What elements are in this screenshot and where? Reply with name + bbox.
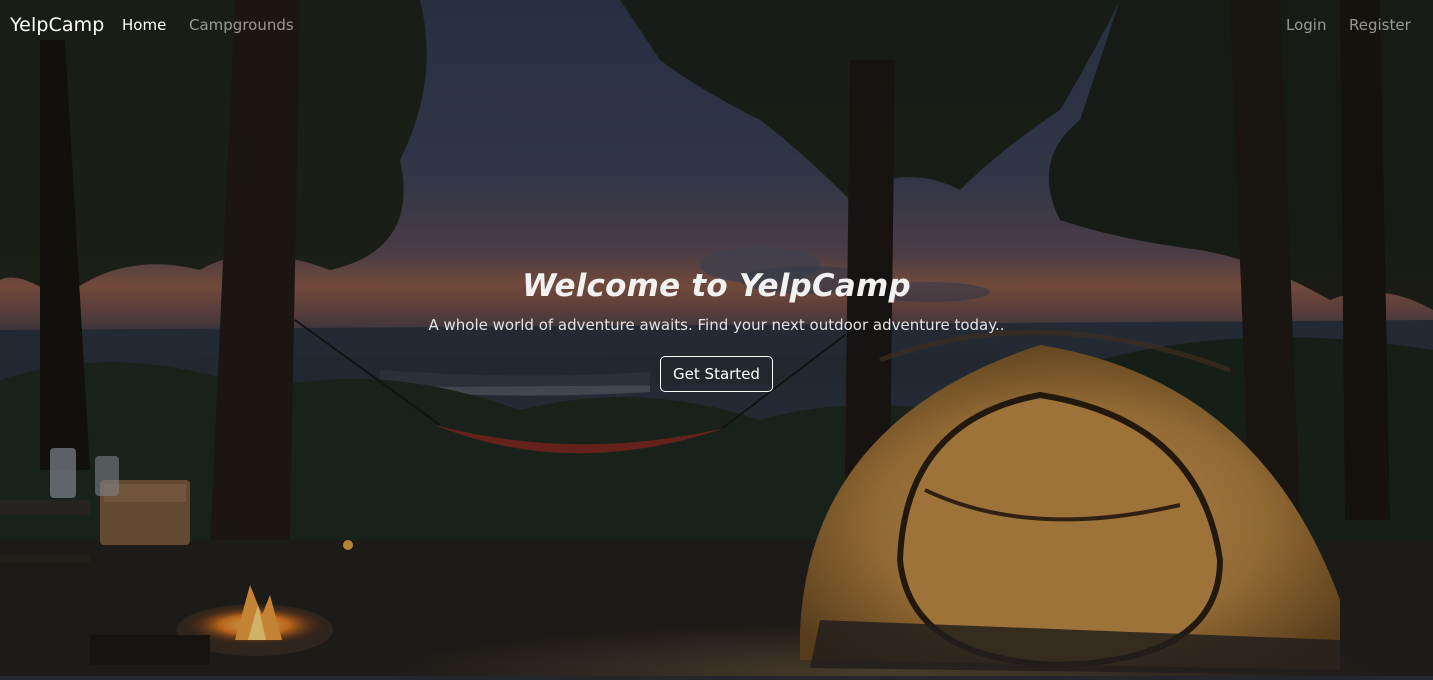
brand-logo-link[interactable]: YelpCamp [10, 14, 104, 36]
hero-section: Welcome to YelpCamp A whole world of adv… [0, 268, 1433, 392]
navbar: YelpCamp Home Campgrounds Login Register [0, 0, 1433, 52]
get-started-button[interactable]: Get Started [660, 356, 773, 392]
nav-link-home[interactable]: Home [122, 16, 166, 34]
nav-link-login[interactable]: Login [1286, 16, 1326, 34]
nav-link-register[interactable]: Register [1349, 16, 1411, 34]
bottom-edge-bar [0, 676, 1433, 680]
hero-title: Welcome to YelpCamp [522, 268, 911, 304]
landing-page: YelpCamp Home Campgrounds Login Register… [0, 0, 1433, 680]
hero-subtitle: A whole world of adventure awaits. Find … [428, 316, 1005, 334]
nav-link-campgrounds[interactable]: Campgrounds [189, 16, 294, 34]
